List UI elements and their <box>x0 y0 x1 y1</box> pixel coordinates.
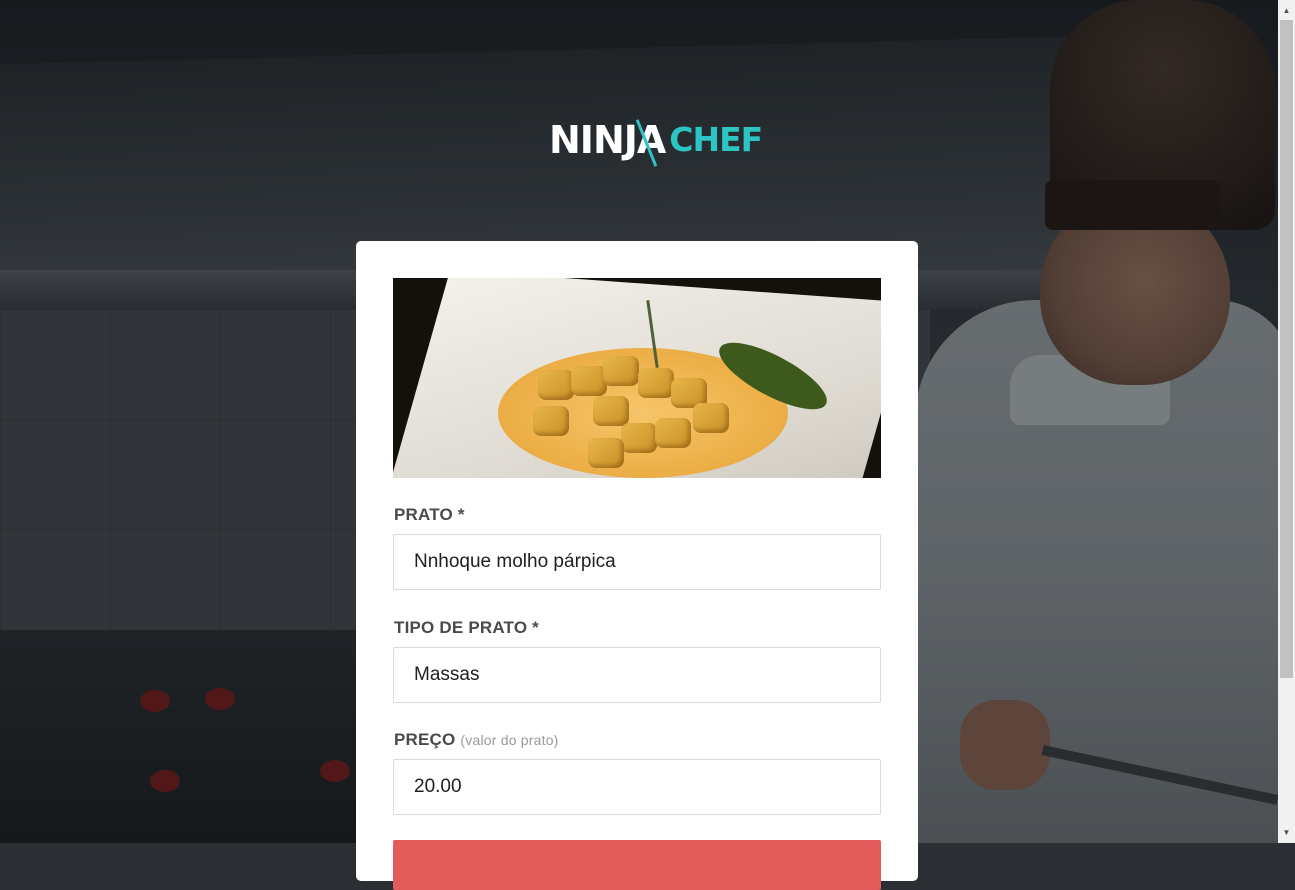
gnocchi <box>638 368 674 398</box>
logo-text-ninja: NINJA <box>549 118 666 162</box>
scrollbar-thumb[interactable] <box>1280 20 1293 678</box>
dish-photo <box>393 278 881 478</box>
logo-text-chef: CHEF <box>669 120 763 159</box>
gnocchi <box>593 396 629 426</box>
submit-button[interactable] <box>393 840 881 890</box>
preco-label-row: PREÇO (valor do prato) <box>394 730 559 750</box>
ninjachef-logo: NINJA CHEF <box>549 112 763 168</box>
tipo-de-prato-label: TIPO DE PRATO * <box>394 618 540 637</box>
preco-hint: (valor do prato) <box>460 732 559 748</box>
tipo-de-prato-input[interactable] <box>393 647 881 703</box>
dish-form-card: PRATO * TIPO DE PRATO * PREÇO (valor do … <box>356 241 918 890</box>
preco-label: PREÇO <box>394 730 456 749</box>
gnocchi <box>538 370 574 400</box>
preco-input[interactable] <box>393 759 881 815</box>
page-scrollbar[interactable]: ▲ ▼ <box>1278 0 1295 843</box>
prato-label: PRATO * <box>394 505 465 524</box>
prato-input[interactable] <box>393 534 881 590</box>
gnocchi <box>693 403 729 433</box>
gnocchi <box>655 418 691 448</box>
gnocchi <box>571 366 607 396</box>
gnocchi <box>588 438 624 468</box>
gnocchi <box>621 423 657 453</box>
gnocchi <box>603 356 639 386</box>
scroll-up-arrow-icon[interactable]: ▲ <box>1278 2 1295 19</box>
gnocchi <box>533 406 569 436</box>
scroll-down-arrow-icon[interactable]: ▼ <box>1278 824 1295 841</box>
